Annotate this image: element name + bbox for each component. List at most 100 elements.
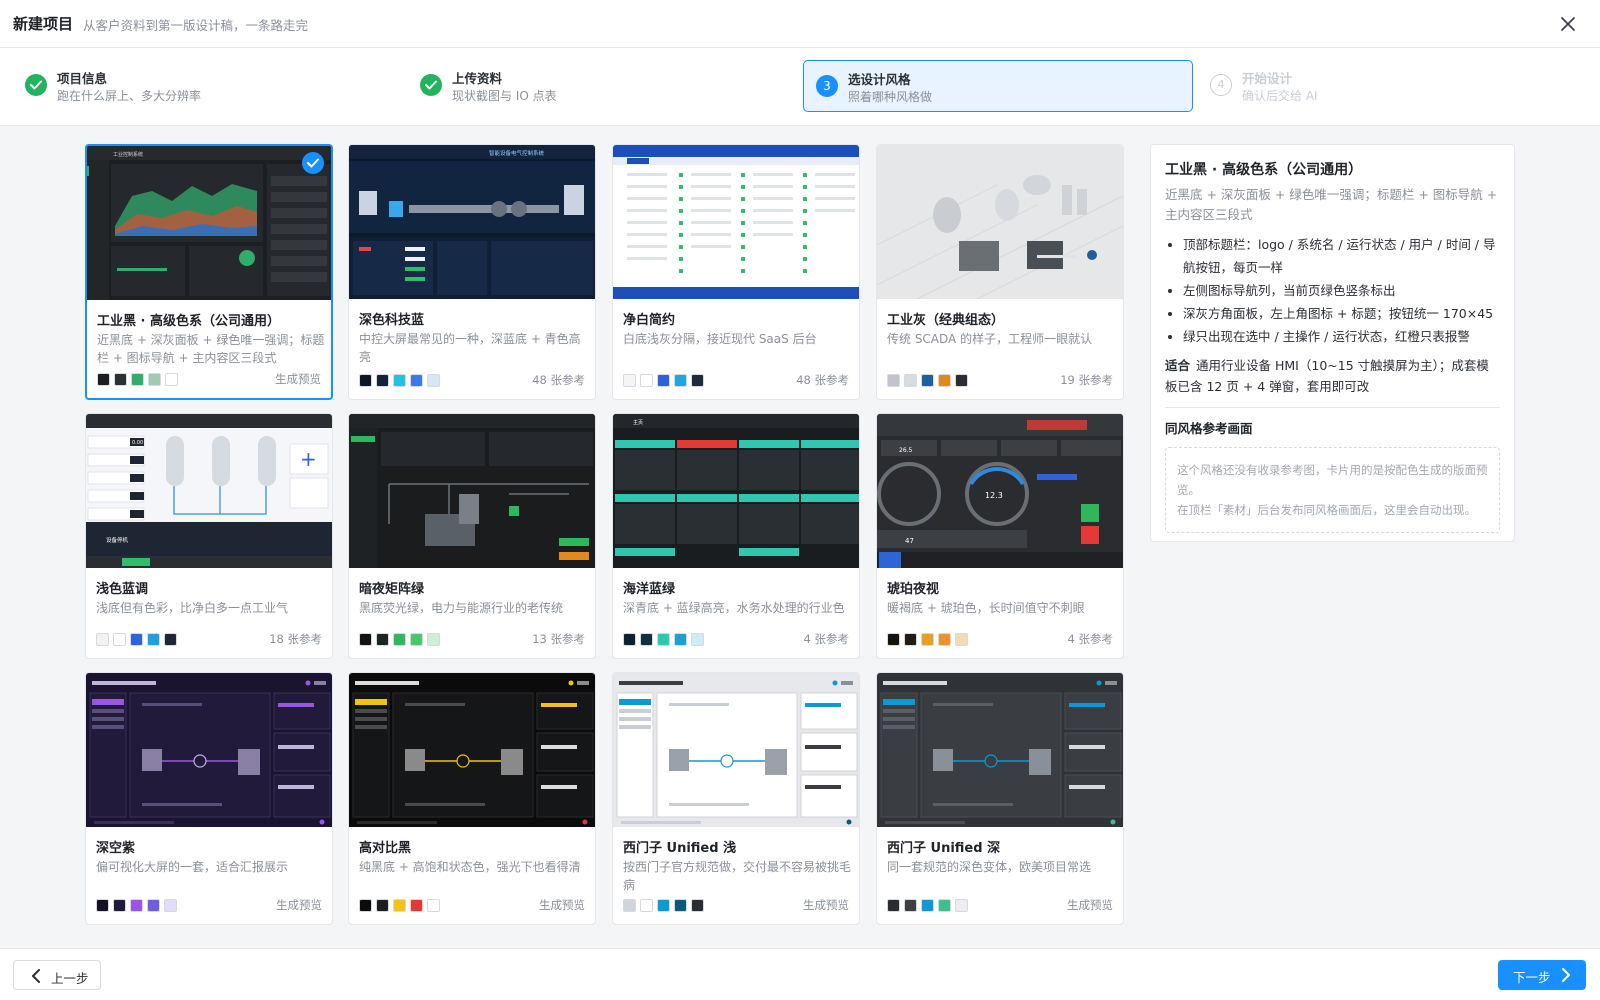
color-swatches (623, 374, 704, 387)
color-swatch (427, 374, 440, 387)
card-title: 高对比黑 (359, 841, 412, 856)
detail-bullet: 顶部标题栏：logo / 系统名 / 运行状态 / 用户 / 时间 / 导航按钮… (1183, 233, 1500, 279)
close-icon[interactable] (1556, 12, 1580, 36)
style-card-siemens-dark[interactable]: 西门子 Unified 深 同一套规范的深色变体，欧美项目常选 生成预览 (876, 672, 1124, 925)
card-title: 琥珀夜视 (887, 582, 940, 597)
color-swatches (887, 633, 968, 646)
color-swatch (640, 374, 653, 387)
color-swatch (164, 633, 177, 646)
card-meta: 18 张参考 (269, 632, 322, 646)
step-subtitle: 确认后交给 AI (1242, 89, 1318, 103)
color-swatch (640, 899, 653, 912)
color-swatch (97, 373, 110, 386)
color-swatches (96, 899, 177, 912)
card-description: 暖褐底 + 琥珀色，长时间值守不刺眼 (887, 601, 1085, 615)
thumb-tab: 主页 (633, 419, 643, 426)
color-swatch (955, 899, 968, 912)
color-swatch (938, 374, 951, 387)
color-swatch (410, 899, 423, 912)
card-meta: 4 张参考 (803, 632, 849, 646)
card-title: 暗夜矩阵绿 (359, 582, 425, 597)
detail-bullets: 顶部标题栏：logo / 系统名 / 运行状态 / 用户 / 时间 / 导航按钮… (1165, 233, 1500, 348)
style-preview-thumbnail: 0.00 + 设备停机 (86, 414, 332, 568)
style-card-siemens-light[interactable]: 西门子 Unified 浅 按西门子官方规范做，交付最不容易被挑毛病 生成预览 (612, 672, 860, 925)
card-description: 近黑底 + 深灰面板 + 绿色唯一强调；标题栏 + 图标导航 + 主内容区三段式 (97, 333, 325, 365)
style-preview-thumbnail: 工业控制系统 (87, 146, 331, 300)
style-card-amber[interactable]: 26.5 12.3 47 琥珀夜视 暖褐底 + 琥珀色，长时间值守不刺眼 4 张… (876, 413, 1124, 659)
reference-empty-state: 这个风格还没有收录参考图，卡片用的是按配色生成的版面预览。 在顶栏「素材」后台发… (1165, 447, 1500, 533)
color-swatches (97, 373, 178, 386)
color-swatch (657, 899, 670, 912)
chevron-left-icon (32, 969, 40, 983)
step-project-info[interactable]: 项目信息 跑在什么屏上、多大分辨率 (13, 60, 383, 112)
card-description: 传统 SCADA 的样子，工程师一眼就认 (887, 332, 1093, 346)
step-title: 上传资料 (452, 71, 503, 86)
next-step-button[interactable]: 下一步 (1498, 960, 1586, 990)
card-description: 白底浅灰分隔，接近现代 SaaS 后台 (623, 332, 817, 346)
style-card-high-contrast[interactable]: 高对比黑 纯黑底 + 高饱和状态色，强光下也看得清 生成预览 (348, 672, 596, 925)
card-meta: 4 张参考 (1067, 632, 1113, 646)
dialog-header: 新建项目 从客户资料到第一版设计稿，一条路走完 (0, 0, 1600, 48)
step-upload[interactable]: 上传资料 现状截图与 IO 点表 (408, 60, 778, 112)
color-swatch (657, 374, 670, 387)
reference-empty-line: 在顶栏「素材」后台发布同风格画面后，这里会自动出现。 (1177, 503, 1476, 517)
step-start-design[interactable]: 4 开始设计 确认后交给 AI (1198, 60, 1578, 112)
dialog-footer: 上一步 下一步 (0, 948, 1600, 1000)
color-swatch (148, 373, 161, 386)
color-swatches (887, 899, 968, 912)
style-card-light-blue[interactable]: 0.00 + 设备停机 浅色蓝调 浅底但有色彩，比净白多一点工业气 18 张参考 (85, 413, 333, 659)
color-swatch (904, 899, 917, 912)
style-card-ocean[interactable]: 主页 海洋蓝绿 深青底 + 蓝绿高亮，水务水处理的行业色 4 张参考 (612, 413, 860, 659)
svg-text:+: + (300, 447, 317, 471)
thumb-value: 47 (905, 537, 914, 545)
color-swatches (887, 374, 968, 387)
color-swatch (113, 899, 126, 912)
card-description: 黑底荧光绿，电力与能源行业的老传统 (359, 601, 564, 615)
style-card-industrial-gray[interactable]: 工业灰（经典组态） 传统 SCADA 的样子，工程师一眼就认 19 张参考 (876, 144, 1124, 400)
color-swatch (130, 633, 143, 646)
style-card-industrial-black[interactable]: 工业控制系统 工业黑 · 高级色系（公司通用） 近黑底 + 深灰面板 + 绿色唯… (85, 144, 333, 400)
color-swatch (359, 633, 372, 646)
step-choose-style[interactable]: 3 选设计风格 照着哪种风格做 (803, 60, 1193, 112)
step-number: 4 (1210, 74, 1232, 96)
color-swatches (96, 633, 177, 646)
card-meta: 48 张参考 (796, 373, 849, 387)
style-card-deep-purple[interactable]: 深空紫 偏可视化大屏的一套，适合汇报展示 生成预览 (85, 672, 333, 925)
thumb-title: 智能设备电气控制系统 (489, 149, 545, 157)
color-swatch (921, 374, 934, 387)
color-swatch (427, 899, 440, 912)
color-swatch (410, 633, 423, 646)
color-swatch (938, 633, 951, 646)
color-swatch (921, 633, 934, 646)
thumb-label: 设备停机 (106, 536, 129, 544)
color-swatch (113, 633, 126, 646)
dialog-subtitle: 从客户资料到第一版设计稿，一条路走完 (83, 18, 309, 33)
color-swatch (130, 899, 143, 912)
prev-step-button[interactable]: 上一步 (13, 960, 101, 990)
reference-empty-line: 这个风格还没有收录参考图，卡片用的是按配色生成的版面预览。 (1177, 463, 1488, 497)
step-subtitle: 现状截图与 IO 点表 (452, 89, 557, 103)
dialog-title: 新建项目 (13, 15, 74, 33)
style-preview-thumbnail (349, 414, 595, 568)
color-swatch (921, 899, 934, 912)
color-swatch (691, 374, 704, 387)
color-swatch (674, 374, 687, 387)
style-card-clean-white[interactable]: 净白简约 白底浅灰分隔，接近现代 SaaS 后台 48 张参考 (612, 144, 860, 400)
color-swatch (393, 374, 406, 387)
color-swatch (887, 633, 900, 646)
style-preview-thumbnail (349, 673, 595, 827)
card-meta: 生成预览 (276, 898, 322, 912)
card-title: 西门子 Unified 浅 (623, 841, 737, 856)
step-number: 3 (816, 75, 838, 97)
style-preview-thumbnail (86, 673, 332, 827)
color-swatch (427, 633, 440, 646)
color-swatch (393, 633, 406, 646)
fit-label: 适合 (1165, 358, 1191, 373)
card-description: 纯黑底 + 高饱和状态色，强光下也看得清 (359, 860, 581, 874)
color-swatches (623, 899, 704, 912)
style-card-tech-blue[interactable]: 智能设备电气控制系统 深色科技蓝 中控大屏最常见的一种，深蓝底 + 青色高亮 4… (348, 144, 596, 400)
style-card-matrix-green[interactable]: 暗夜矩阵绿 黑底荧光绿，电力与能源行业的老传统 13 张参考 (348, 413, 596, 659)
color-swatch (359, 899, 372, 912)
color-swatch (623, 374, 636, 387)
color-swatch (165, 373, 178, 386)
